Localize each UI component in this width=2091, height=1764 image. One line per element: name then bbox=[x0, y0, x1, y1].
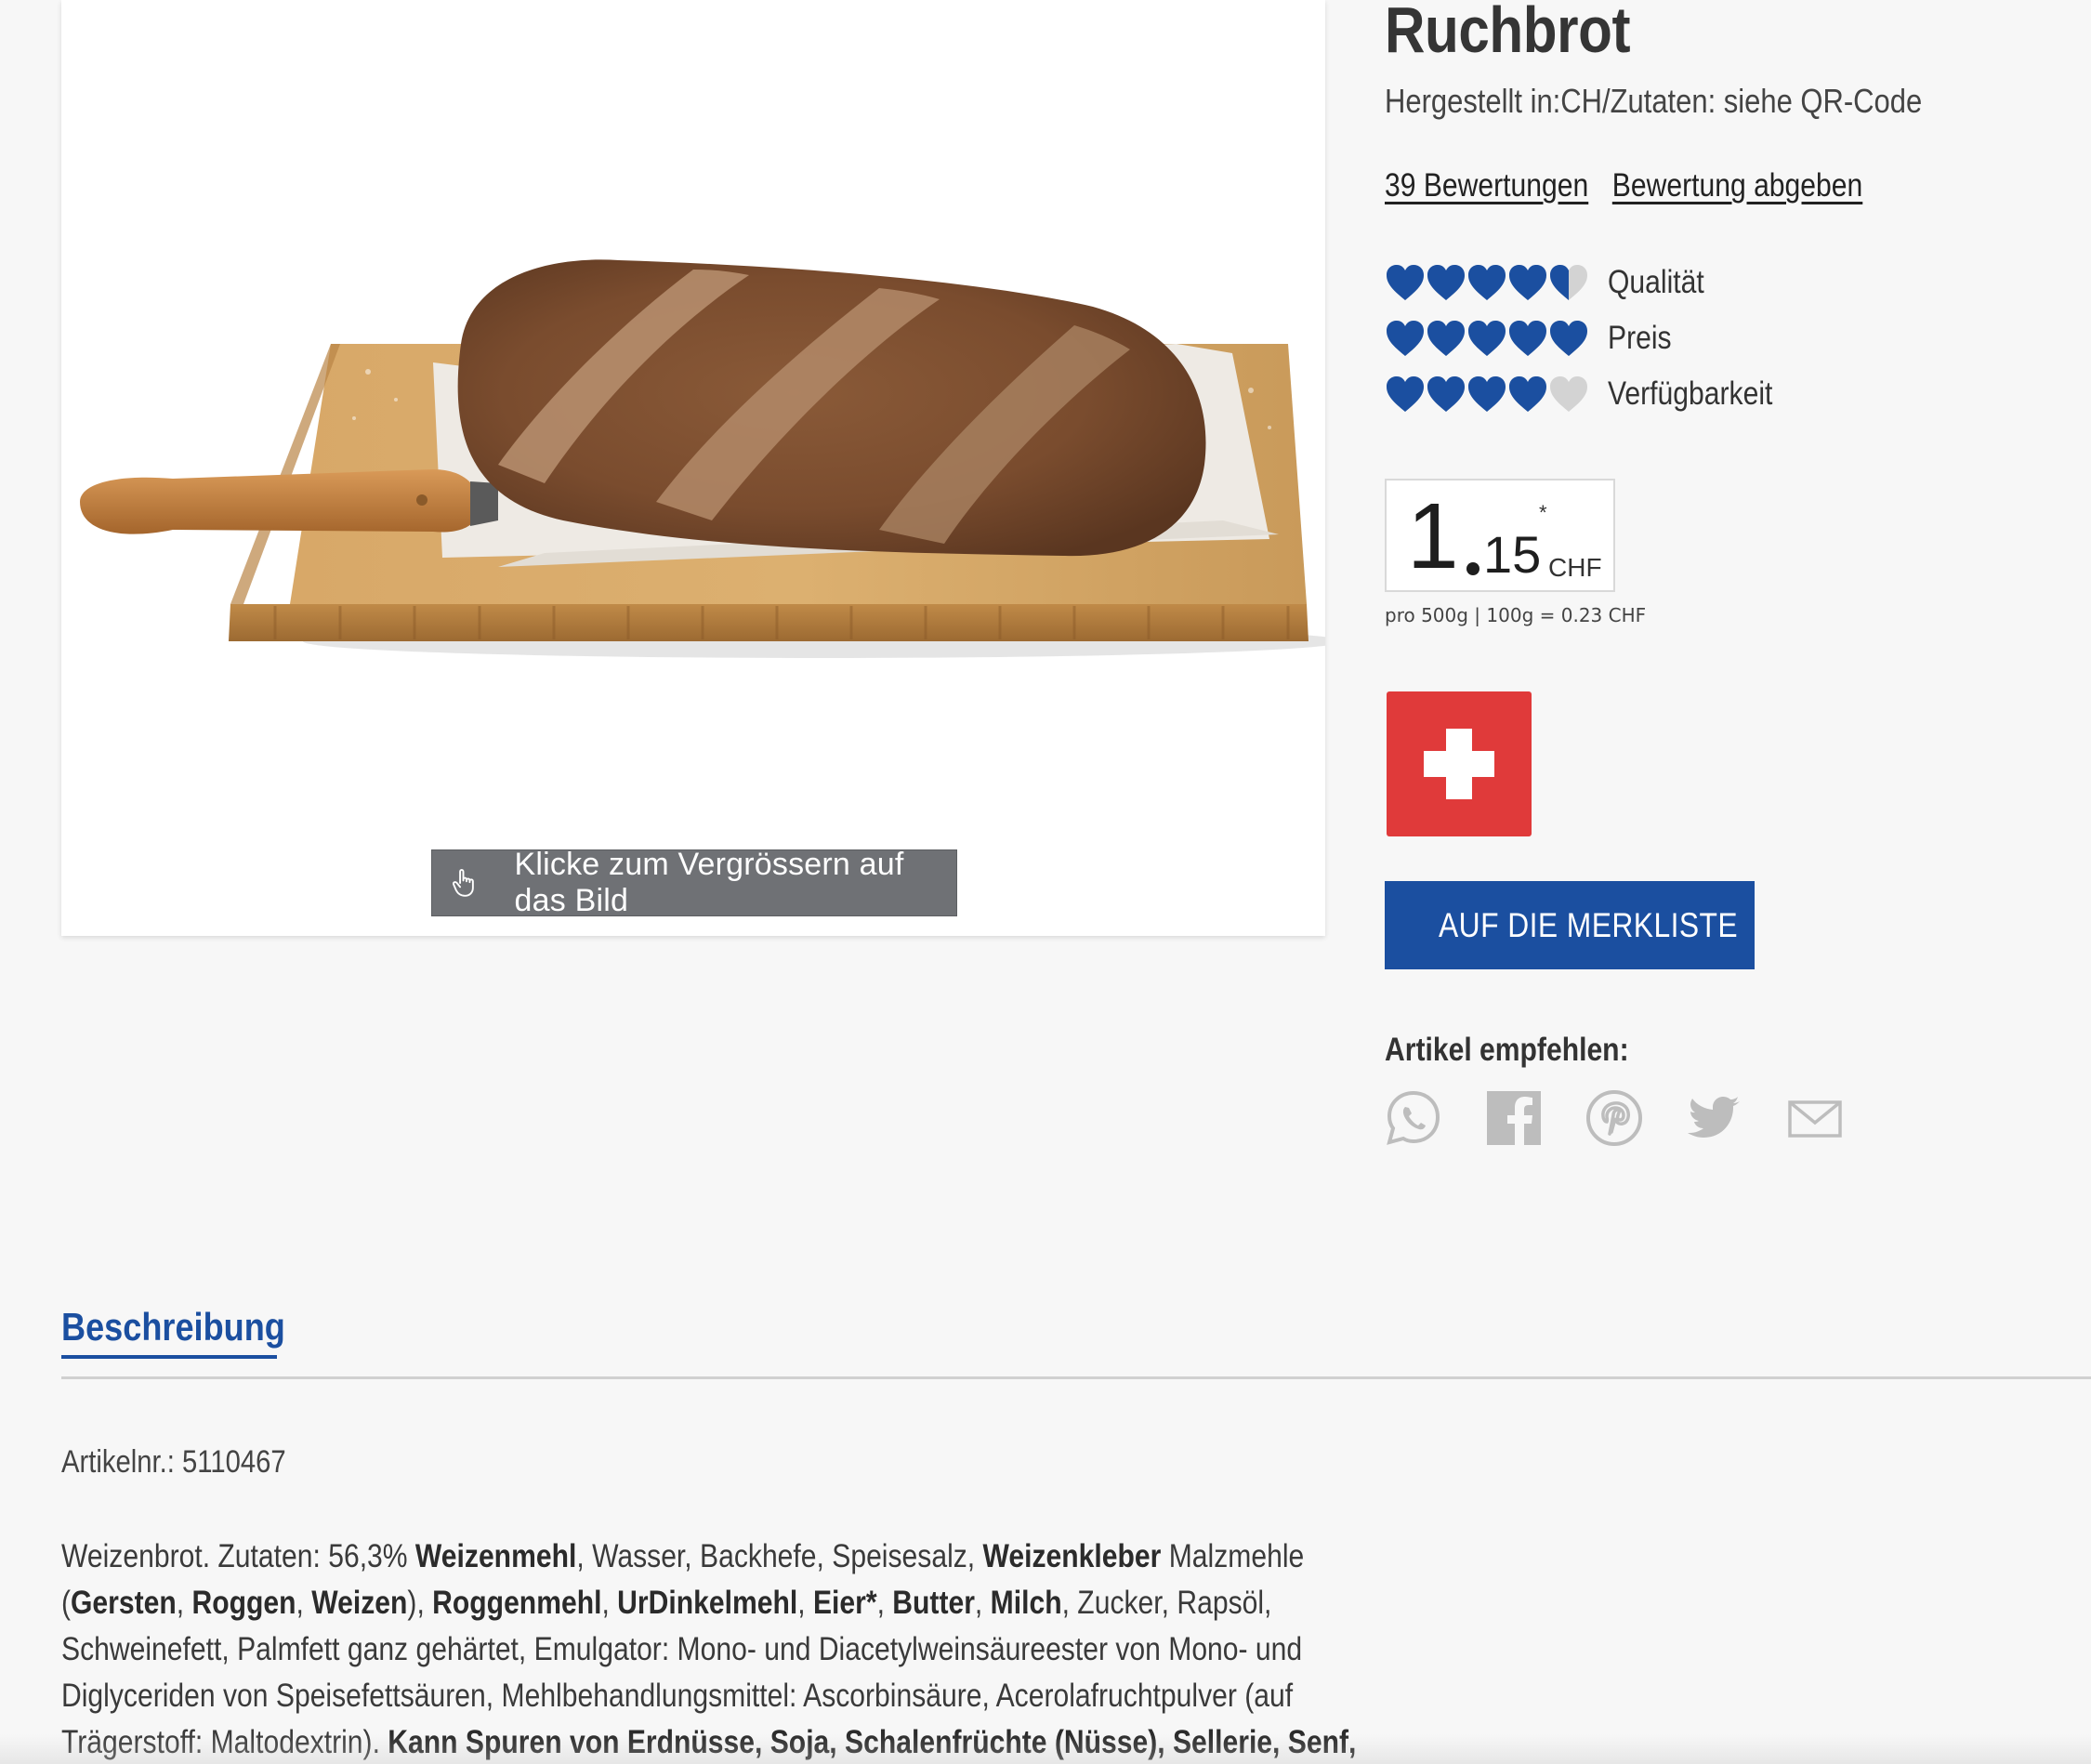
tab-description[interactable]: Beschreibung bbox=[61, 1305, 285, 1349]
allergen-text: Milch bbox=[990, 1585, 1062, 1621]
rating-hearts bbox=[1385, 375, 1591, 414]
allergen-text: Roggenmehl bbox=[432, 1585, 602, 1621]
unit-price: pro 500g | 100g = 0.23 CHF bbox=[1385, 604, 1647, 626]
rating-row-price: Preis bbox=[1385, 310, 1799, 366]
rating-label: Qualität bbox=[1608, 264, 1704, 300]
heart-full-icon bbox=[1509, 321, 1546, 356]
heart-full-icon bbox=[1509, 376, 1546, 412]
reviews-count-link[interactable]: 39 Bewertungen bbox=[1385, 167, 1588, 204]
ingredient-text: , bbox=[876, 1585, 893, 1621]
rating-row-quality: Qualität bbox=[1385, 255, 1799, 310]
heart-full-icon bbox=[1468, 265, 1506, 300]
wishlist-label: AUF DIE MERKLISTE bbox=[1439, 905, 1739, 944]
heart-full-icon bbox=[1550, 321, 1587, 356]
rating-hearts bbox=[1385, 263, 1591, 302]
ingredients-text: Weizenbrot. Zutaten: 56,3% Weizenmehl, W… bbox=[61, 1534, 1372, 1764]
heart-empty-icon bbox=[1550, 376, 1587, 412]
rating-label: Preis bbox=[1608, 320, 1672, 356]
allergen-text: Roggen bbox=[191, 1585, 296, 1621]
heart-full-icon bbox=[1427, 376, 1465, 412]
heart-full-icon bbox=[1468, 376, 1506, 412]
heart-full-icon bbox=[1468, 321, 1506, 356]
share-icons bbox=[1385, 1089, 1887, 1147]
allergen-text: UrDinkelmehl bbox=[617, 1585, 798, 1621]
share-title: Artikel empfehlen: bbox=[1385, 1032, 1629, 1068]
heart-full-icon bbox=[1387, 376, 1424, 412]
allergen-text: Weizenkleber bbox=[982, 1538, 1162, 1574]
whatsapp-icon[interactable] bbox=[1385, 1089, 1442, 1147]
allergen-text: Eier* bbox=[812, 1585, 877, 1621]
review-links: 39 Bewertungen Bewertung abgeben bbox=[1385, 167, 1878, 204]
heart-half-icon bbox=[1550, 265, 1587, 300]
zoom-hint-label: Klicke zum Vergrössern auf das Bild bbox=[514, 847, 904, 918]
heart-full-icon bbox=[1509, 265, 1546, 300]
price-decimal-dot bbox=[1466, 562, 1479, 575]
heart-full-icon bbox=[1387, 265, 1424, 300]
ratings: Qualität Preis Verfügbarkeit bbox=[1385, 255, 1799, 422]
rating-label: Verfügbarkeit bbox=[1608, 375, 1773, 412]
heart-full-icon bbox=[1387, 321, 1424, 356]
allergen-text: Weizenmehl bbox=[414, 1538, 577, 1574]
price-cents: 15 bbox=[1483, 525, 1542, 584]
price-currency: CHF bbox=[1548, 553, 1602, 582]
heart-full-icon bbox=[1427, 265, 1465, 300]
article-number: Artikelnr.: 5110467 bbox=[61, 1444, 286, 1480]
tab-active-underline bbox=[61, 1355, 277, 1359]
ingredient-text: ), bbox=[407, 1585, 433, 1621]
ingredient-text: , bbox=[601, 1585, 618, 1621]
ingredient-text: Weizenbrot. Zutaten: 56,3% bbox=[61, 1538, 415, 1574]
ingredient-text: , bbox=[797, 1585, 813, 1621]
product-page: Klicke zum Vergrössern auf das Bild Ruch… bbox=[0, 0, 2091, 1764]
swiss-flag-icon bbox=[1387, 691, 1532, 836]
facebook-icon[interactable] bbox=[1485, 1089, 1543, 1147]
add-to-wishlist-button[interactable]: AUF DIE MERKLISTE bbox=[1385, 881, 1755, 969]
twitter-icon[interactable] bbox=[1686, 1089, 1743, 1147]
product-origin: Hergestellt in:CH/Zutaten: siehe QR-Code bbox=[1385, 82, 1923, 120]
rating-row-availability: Verfügbarkeit bbox=[1385, 366, 1799, 422]
zoom-hint[interactable]: Klicke zum Vergrössern auf das Bild bbox=[431, 847, 957, 918]
ingredient-text: , bbox=[296, 1585, 312, 1621]
tab-divider bbox=[61, 1376, 2091, 1379]
pinterest-icon[interactable] bbox=[1585, 1089, 1643, 1147]
ingredient-text: , Wasser, Backhefe, Speisesalz, bbox=[576, 1538, 983, 1574]
product-image-card[interactable]: Klicke zum Vergrössern auf das Bild bbox=[61, 0, 1325, 936]
product-title: Ruchbrot bbox=[1385, 0, 1631, 66]
price-footnote-mark: * bbox=[1539, 501, 1547, 524]
allergen-text: Gersten bbox=[71, 1585, 177, 1621]
write-review-link[interactable]: Bewertung abgeben bbox=[1612, 167, 1862, 204]
price-whole: 1 bbox=[1407, 484, 1459, 588]
ingredient-text: , bbox=[974, 1585, 991, 1621]
ingredient-text: , bbox=[176, 1585, 192, 1621]
price-box: 1 15 * CHF bbox=[1385, 479, 1615, 592]
hand-pointer-icon bbox=[453, 869, 474, 897]
allergen-text: Butter bbox=[892, 1585, 975, 1621]
rating-hearts bbox=[1385, 319, 1591, 358]
bottom-fade bbox=[0, 1734, 2091, 1764]
heart-full-icon bbox=[1427, 321, 1465, 356]
product-image[interactable] bbox=[61, 0, 1325, 936]
mail-icon[interactable] bbox=[1786, 1089, 1844, 1147]
allergen-text: Weizen bbox=[311, 1585, 408, 1621]
